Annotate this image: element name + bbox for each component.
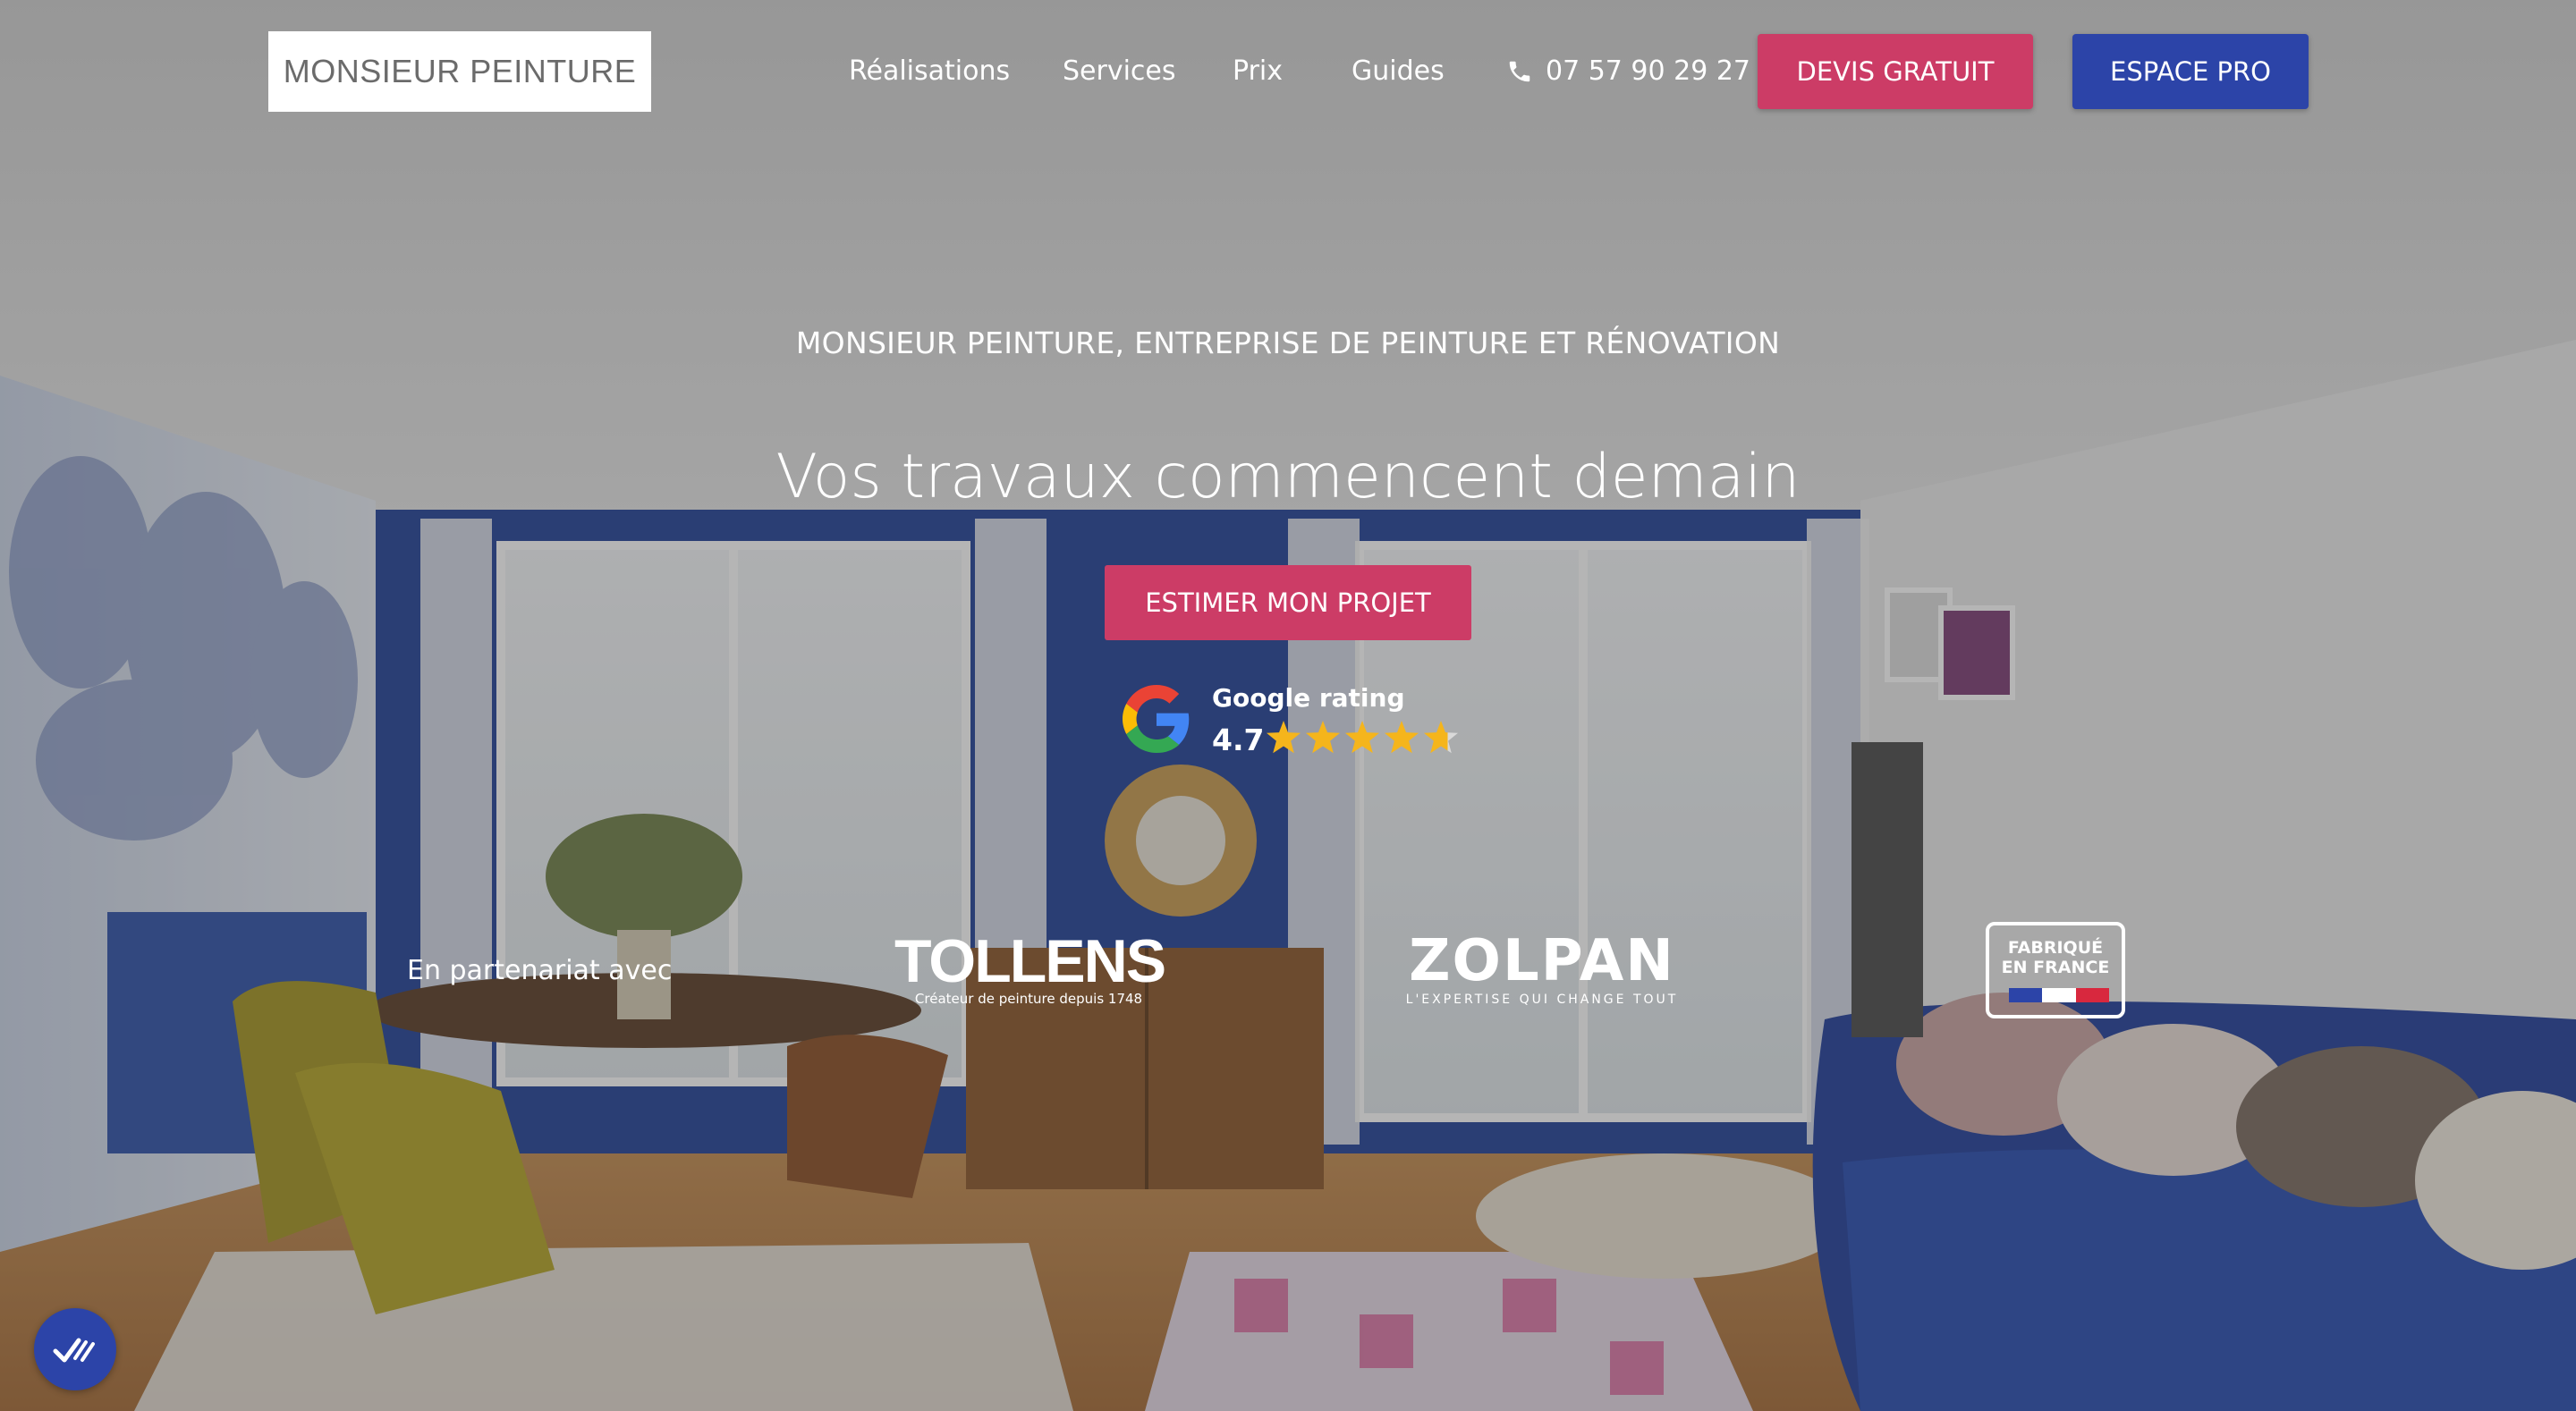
estimer-projet-button[interactable]: ESTIMER MON PROJET [1105,565,1471,640]
star-icon [1345,721,1379,754]
hero-eyebrow: MONSIEUR PEINTURE, ENTREPRISE DE PEINTUR… [795,325,1781,360]
logo-text: MONSIEUR PEINTURE [283,53,637,89]
star-icon [1306,721,1340,754]
fabrique-line-2: EN FRANCE [2001,958,2110,977]
star-icon [1385,721,1419,754]
tollens-name: TOLLENS [894,927,1166,995]
tollens-logo: TOLLENS Créateur de peinture depuis 1748 [894,927,1166,1007]
devis-gratuit-button[interactable]: DEVIS GRATUIT [1758,34,2033,109]
zolpan-name: ZOLPAN [1409,928,1675,994]
fabrique-en-france-badge: FABRIQUÉ EN FRANCE [1986,922,2125,1018]
accessibility-icon [53,1338,95,1363]
google-rating[interactable]: Google rating 4.7 [1123,680,1462,769]
fabrique-line-1: FABRIQUÉ [2007,938,2104,958]
partners-label: En partenariat avec [407,955,673,986]
zolpan-tagline: L'EXPERTISE QUI CHANGE TOUT [1405,993,1679,1007]
phone-number: 07 57 90 29 27 [1546,55,1751,87]
phone-icon [1509,61,1530,81]
phone-link[interactable]: 07 57 90 29 27 [1506,55,1750,87]
nav-services[interactable]: Services [1063,55,1176,87]
google-g-icon [1123,685,1190,753]
nav-realisations[interactable]: Réalisations [849,55,1010,87]
rating-label: Google rating [1212,683,1405,713]
star-icon [1424,721,1458,754]
nav-guides[interactable]: Guides [1352,55,1445,87]
hero-headline: Vos travaux commencent demain [775,442,1801,512]
rating-stars [1267,721,1458,754]
nav-prix[interactable]: Prix [1233,55,1283,87]
french-flag-icon [2009,988,2109,1002]
site-logo[interactable]: MONSIEUR PEINTURE [268,31,651,112]
tollens-tagline: Créateur de peinture depuis 1748 [914,991,1143,1007]
star-icon [1267,721,1301,754]
rating-value: 4.7 [1212,722,1265,757]
espace-pro-button[interactable]: ESPACE PRO [2072,34,2309,109]
accessibility-button[interactable] [34,1308,116,1390]
zolpan-logo: ZOLPAN L'EXPERTISE QUI CHANGE TOUT [1392,932,1692,1007]
